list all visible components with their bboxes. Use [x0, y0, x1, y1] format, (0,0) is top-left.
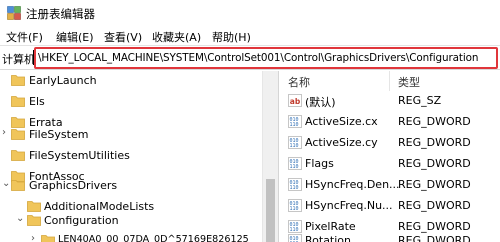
- menu-favorites[interactable]: 收藏夹(A): [152, 29, 201, 45]
- value-type: REG_DWORD: [398, 199, 471, 212]
- menu-edit[interactable]: 编辑(E): [56, 29, 94, 45]
- value-type: REG_SZ: [398, 94, 442, 107]
- svg-text:ab: ab: [290, 97, 301, 106]
- tree-item-label: EarlyLaunch: [29, 74, 97, 87]
- folder-open-icon: [11, 180, 25, 191]
- value-type: REG_DWORD: [398, 136, 471, 149]
- tree-item-label: FileSystem: [29, 128, 89, 141]
- folder-icon: [11, 150, 25, 161]
- value-row-default[interactable]: ab (默认) REG_SZ: [279, 91, 500, 112]
- address-path-highlight[interactable]: \HKEY_LOCAL_MACHINE\SYSTEM\ControlSet001…: [34, 47, 498, 69]
- tree-scrollbar[interactable]: [262, 71, 278, 242]
- registry-editor-icon: [7, 6, 21, 20]
- title-bar: 注册表编辑器: [0, 0, 500, 26]
- value-row-flags[interactable]: 010 110 Flags REG_DWORD: [279, 154, 500, 175]
- value-row-rotation[interactable]: 010 110 Rotation REG_DWORD: [279, 231, 500, 242]
- chevron-right-icon[interactable]: ›: [31, 233, 35, 242]
- key-tree-pane[interactable]: EarlyLaunch Els Errata › FileSystem File…: [0, 71, 278, 242]
- value-type: REG_DWORD: [398, 178, 471, 191]
- tree-item-graphicsdrivers[interactable]: ⌄ GraphicsDrivers: [0, 176, 262, 197]
- folder-open-icon: [27, 215, 41, 226]
- tree-item-label: LEN40A0_00_07DA_0D^57169E826125: [58, 234, 249, 242]
- value-type: REG_DWORD: [398, 234, 471, 242]
- binary-value-icon: 010 110: [288, 234, 302, 242]
- value-name: Flags: [305, 157, 334, 170]
- value-name: Rotation: [305, 234, 352, 242]
- svg-text:110: 110: [290, 143, 299, 149]
- svg-text:110: 110: [290, 185, 299, 191]
- address-prefix: 计算机: [2, 53, 35, 66]
- folder-icon: [11, 75, 25, 86]
- tree-item-label: Els: [29, 95, 45, 108]
- chevron-down-icon[interactable]: ⌄: [2, 178, 10, 189]
- binary-value-icon: 010 110: [288, 136, 302, 149]
- address-path[interactable]: \HKEY_LOCAL_MACHINE\SYSTEM\ControlSet001…: [38, 52, 479, 64]
- column-separator[interactable]: [389, 71, 390, 91]
- window-title: 注册表编辑器: [26, 7, 95, 21]
- tree-item-filesystem[interactable]: › FileSystem: [0, 125, 262, 146]
- tree-item-label: GraphicsDrivers: [29, 179, 118, 192]
- svg-text:110: 110: [290, 164, 299, 170]
- tree-item-filesystemutilities[interactable]: FileSystemUtilities: [0, 146, 262, 167]
- menu-help[interactable]: 帮助(H): [212, 29, 251, 45]
- value-name: ActiveSize.cx: [305, 115, 378, 128]
- menu-bar: 文件(F) 编辑(E) 查看(V) 收藏夹(A) 帮助(H): [0, 26, 500, 45]
- value-name: (默认): [305, 96, 336, 109]
- values-list-pane[interactable]: 名称 类型 ab (默认) REG_SZ 010 110 ActiveSize.…: [279, 71, 500, 242]
- value-row-hsyncfreq-den[interactable]: 010 110 HSyncFreq.Den... REG_DWORD: [279, 175, 500, 196]
- tree-item-earlylaunch[interactable]: EarlyLaunch: [0, 71, 262, 92]
- binary-value-icon: 010 110: [288, 178, 302, 191]
- tree-item-label: Configuration: [44, 214, 119, 227]
- value-row-activesize-cy[interactable]: 010 110 ActiveSize.cy REG_DWORD: [279, 133, 500, 154]
- value-row-activesize-cx[interactable]: 010 110 ActiveSize.cx REG_DWORD: [279, 112, 500, 133]
- svg-text:110: 110: [290, 206, 299, 212]
- folder-icon: [41, 235, 55, 242]
- svg-text:110: 110: [290, 122, 299, 128]
- column-header-type[interactable]: 类型: [398, 74, 420, 90]
- folder-icon: [11, 129, 25, 140]
- binary-value-icon: 010 110: [288, 157, 302, 170]
- column-header-name[interactable]: 名称: [288, 74, 310, 90]
- tree-item-monitor-config[interactable]: › LEN40A0_00_07DA_0D^57169E826125: [0, 231, 262, 242]
- chevron-right-icon[interactable]: ›: [2, 127, 6, 138]
- scrollbar-thumb[interactable]: [266, 179, 275, 242]
- string-value-icon: ab: [288, 94, 302, 107]
- tree-item-label: FileSystemUtilities: [29, 149, 130, 162]
- menu-file[interactable]: 文件(F): [6, 29, 43, 45]
- value-row-hsyncfreq-nu[interactable]: 010 110 HSyncFreq.Nu... REG_DWORD: [279, 196, 500, 217]
- folder-icon: [11, 96, 25, 107]
- value-type: REG_DWORD: [398, 157, 471, 170]
- chevron-down-icon[interactable]: ⌄: [16, 213, 24, 224]
- value-type: REG_DWORD: [398, 115, 471, 128]
- binary-value-icon: 010 110: [288, 115, 302, 128]
- value-name: HSyncFreq.Den...: [305, 178, 400, 191]
- value-name: ActiveSize.cy: [305, 136, 378, 149]
- address-bar[interactable]: 计算机 \HKEY_LOCAL_MACHINE\SYSTEM\ControlSe…: [0, 45, 500, 70]
- tree-item-configuration[interactable]: ⌄ Configuration: [0, 211, 262, 232]
- binary-value-icon: 010 110: [288, 199, 302, 212]
- menu-view[interactable]: 查看(V): [104, 29, 142, 45]
- tree-item-els[interactable]: Els: [0, 92, 262, 113]
- value-name: HSyncFreq.Nu...: [305, 199, 393, 212]
